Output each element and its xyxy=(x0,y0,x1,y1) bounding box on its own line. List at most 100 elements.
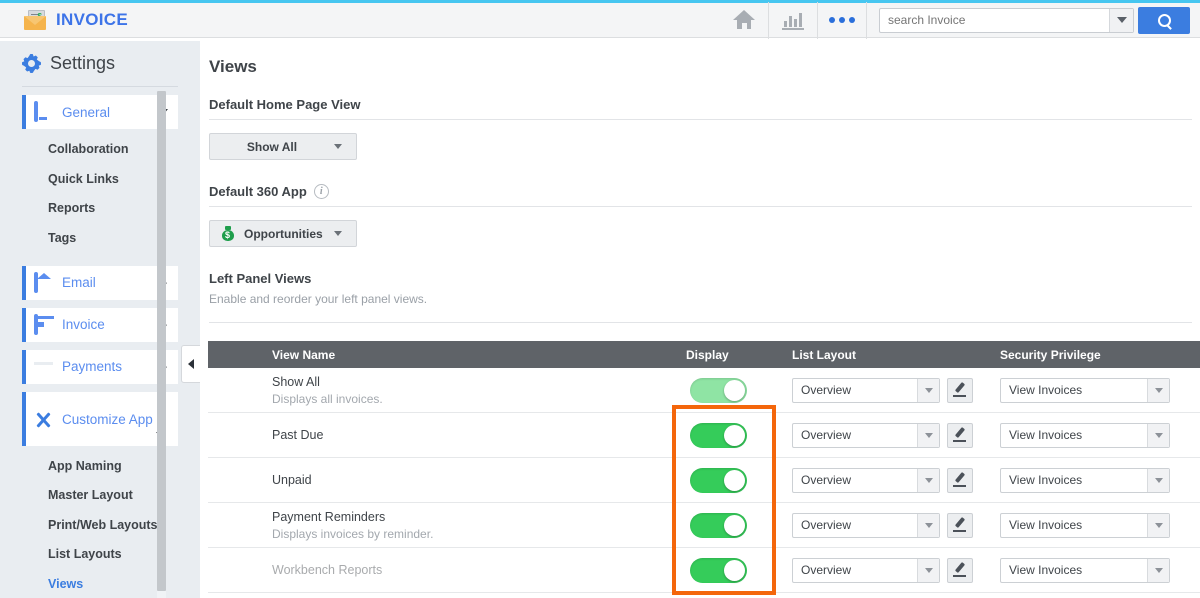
dropdown-value: View Invoices xyxy=(1009,383,1083,397)
sidebar-collapse-button[interactable] xyxy=(181,345,200,383)
reports-button[interactable] xyxy=(769,2,817,39)
list-layout-dropdown[interactable]: Overview xyxy=(792,512,940,538)
table-row: Payment Reminders Displays invoices by r… xyxy=(208,503,1200,548)
chevron-down-icon xyxy=(1147,423,1169,447)
sidebar-item-customize-app[interactable]: Customize App xyxy=(22,391,178,446)
search-scope-dropdown[interactable] xyxy=(1109,8,1133,32)
edit-layout-button[interactable] xyxy=(947,557,973,583)
info-icon[interactable]: i xyxy=(313,184,329,199)
row-security-cell: View Invoices xyxy=(990,467,1200,493)
invoice-envelope-icon: $ xyxy=(22,9,48,31)
sidebar-item-collaboration[interactable]: Collaboration xyxy=(48,135,200,165)
monitor-icon xyxy=(34,101,54,122)
sidebar-item-label: Payments xyxy=(62,359,123,374)
sidebar-item-email[interactable]: Email ❯ xyxy=(22,265,178,300)
search-box[interactable] xyxy=(879,7,1134,33)
dropdown-value: Opportunities xyxy=(244,226,323,241)
toggle-knob xyxy=(724,424,745,446)
app-title: INVOICE xyxy=(56,10,129,29)
sidebar-scrollbar-thumb[interactable] xyxy=(157,91,166,591)
home-button[interactable] xyxy=(720,2,768,39)
security-privilege-dropdown[interactable]: View Invoices xyxy=(1000,512,1170,538)
list-layout-dropdown[interactable]: Overview xyxy=(792,467,940,493)
sidebar-item-app-naming[interactable]: App Naming xyxy=(48,452,200,482)
row-display-cell xyxy=(676,377,782,403)
reports-chart-icon xyxy=(782,11,804,30)
row-view-name: Unpaid xyxy=(264,473,676,487)
toggle-knob xyxy=(724,514,745,536)
default-home-page-view-dropdown[interactable]: Show All xyxy=(209,133,357,160)
app-root: $ INVOICE xyxy=(0,0,1200,598)
toggle-knob xyxy=(724,379,745,401)
column-header-security-privilege: Security Privilege xyxy=(1000,347,1101,362)
edit-layout-button[interactable] xyxy=(947,422,973,448)
sidebar-item-reports[interactable]: Reports xyxy=(48,194,200,224)
row-view-name: Show All Displays all invoices. xyxy=(264,375,676,406)
dropdown-value: Overview xyxy=(801,383,852,397)
dropdown-value: Overview xyxy=(801,518,852,532)
sidebar-subitems-general: Collaboration Quick Links Reports Tags xyxy=(0,129,200,258)
sidebar-item-quick-links[interactable]: Quick Links xyxy=(48,165,200,195)
list-layout-dropdown[interactable]: Overview xyxy=(792,377,940,403)
section-heading: Default 360 App xyxy=(209,184,307,199)
credit-card-icon xyxy=(34,358,54,376)
row-view-name: Past Due xyxy=(264,428,676,442)
dropdown-value: Overview xyxy=(801,428,852,442)
row-title: Past Due xyxy=(272,428,324,442)
security-privilege-dropdown[interactable]: View Invoices xyxy=(1000,467,1170,493)
column-header-view-name: View Name xyxy=(272,347,336,362)
security-privilege-dropdown[interactable]: View Invoices xyxy=(1000,377,1170,403)
chevron-down-icon xyxy=(1147,558,1169,582)
pencil-icon xyxy=(953,473,967,487)
sidebar-item-payments[interactable]: Payments ❯ xyxy=(22,349,178,384)
security-privilege-dropdown[interactable]: View Invoices xyxy=(1000,557,1170,583)
sidebar-item-list-layouts[interactable]: List Layouts xyxy=(48,540,200,570)
app-brand[interactable]: $ INVOICE xyxy=(0,9,128,31)
sidebar-item-invoice[interactable]: Invoice ❯ xyxy=(22,307,178,342)
settings-title: Settings xyxy=(50,53,116,73)
main-content: Views Default Home Page View Show All De… xyxy=(200,41,1200,598)
display-toggle[interactable] xyxy=(690,512,747,538)
display-toggle[interactable] xyxy=(690,422,747,448)
sidebar-item-tags[interactable]: Tags xyxy=(48,224,200,254)
sidebar-item-print-web-layouts[interactable]: Print/Web Layouts xyxy=(48,511,200,541)
row-title: Show All xyxy=(272,374,320,389)
row-security-cell: View Invoices xyxy=(990,557,1200,583)
pencil-icon xyxy=(953,428,967,442)
pencil-icon xyxy=(953,383,967,397)
row-list-layout-cell: Overview xyxy=(782,512,990,538)
chevron-down-icon xyxy=(1116,17,1127,23)
display-toggle[interactable] xyxy=(690,377,747,403)
row-display-cell xyxy=(676,512,782,538)
sidebar-item-master-layout[interactable]: Master Layout xyxy=(48,481,200,511)
dropdown-value: Overview xyxy=(801,473,852,487)
sidebar-item-label: Customize App xyxy=(62,412,153,427)
list-layout-dropdown[interactable]: Overview xyxy=(792,557,940,583)
section-default-360-app: Default 360 App i Opportunities xyxy=(200,184,1200,247)
chevron-down-icon xyxy=(917,558,939,582)
left-panel-views-table: View Name Display List Layout Security P… xyxy=(208,341,1200,593)
sidebar-subitems-customize-app: App Naming Master Layout Print/Web Layou… xyxy=(0,446,200,598)
display-toggle[interactable] xyxy=(690,557,747,583)
settings-header: Settings xyxy=(0,41,200,84)
default-360-app-dropdown[interactable]: Opportunities xyxy=(209,220,357,247)
chevron-down-icon xyxy=(917,423,939,447)
section-rule xyxy=(209,119,1192,120)
edit-layout-button[interactable] xyxy=(947,467,973,493)
sidebar-item-general[interactable]: General xyxy=(22,95,178,129)
edit-layout-button[interactable] xyxy=(947,377,973,403)
search-submit-button[interactable] xyxy=(1138,6,1190,34)
column-header-display: Display xyxy=(686,347,729,362)
security-privilege-dropdown[interactable]: View Invoices xyxy=(1000,422,1170,448)
more-options-button[interactable] xyxy=(818,2,866,39)
row-display-cell xyxy=(676,467,782,493)
row-description: Displays all invoices. xyxy=(272,391,383,406)
sidebar-item-views[interactable]: Views xyxy=(48,570,200,598)
sidebar-divider xyxy=(22,86,178,87)
chevron-down-icon xyxy=(917,513,939,537)
display-toggle[interactable] xyxy=(690,467,747,493)
search-input[interactable] xyxy=(880,8,1109,32)
search-icon xyxy=(1157,13,1171,27)
list-layout-dropdown[interactable]: Overview xyxy=(792,422,940,448)
edit-layout-button[interactable] xyxy=(947,512,973,538)
